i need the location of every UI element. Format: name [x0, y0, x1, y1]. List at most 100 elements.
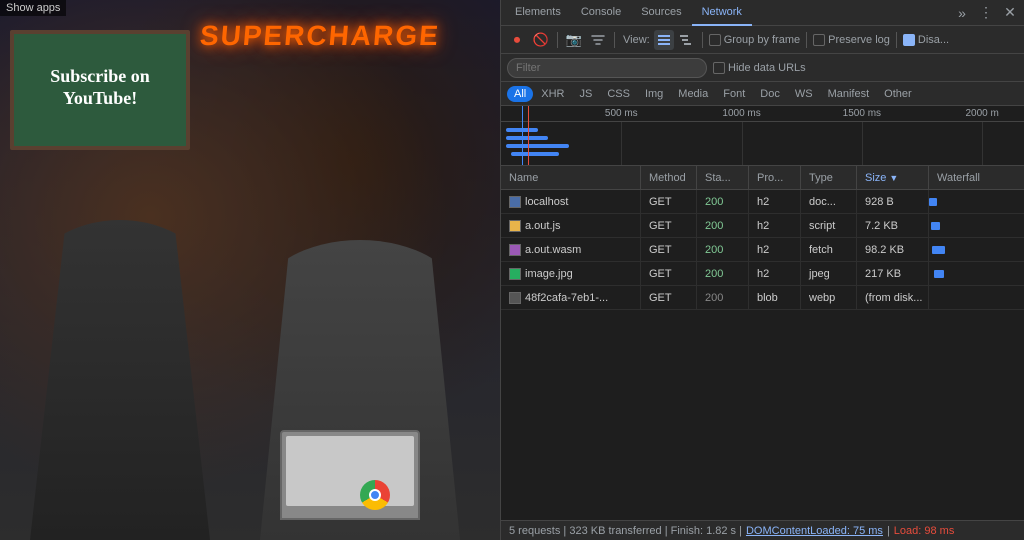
cell-protocol-aoutwasm: h2: [749, 238, 801, 261]
close-devtools-button[interactable]: ✕: [1000, 3, 1020, 23]
timeline-label-2000: 2000 m: [965, 108, 998, 119]
gridline-500: [621, 122, 622, 165]
neon-sign: SUPERCHARGE: [199, 20, 442, 52]
cell-size-localhost: 928 B: [857, 190, 929, 213]
cell-method-aoutwasm: GET: [641, 238, 697, 261]
toolbar-separator-2: [614, 32, 615, 48]
table-row[interactable]: a.out.wasm GET 200 h2 fetch 98.2 KB: [501, 238, 1024, 262]
disable-cache-label: Disa...: [918, 34, 949, 46]
tab-elements[interactable]: Elements: [505, 0, 571, 26]
cell-method-48f2: GET: [641, 286, 697, 309]
dom-content-loaded-link[interactable]: DOMContentLoaded: 75 ms: [746, 525, 883, 537]
show-apps-button[interactable]: Show apps: [0, 0, 66, 16]
stop-button[interactable]: 🚫: [531, 30, 551, 50]
cell-status-imagejpg: 200: [697, 262, 749, 285]
type-filter-media[interactable]: Media: [671, 86, 715, 102]
view-waterfall-button[interactable]: [676, 30, 696, 50]
group-by-frame-label: Group by frame: [724, 34, 800, 46]
toolbar-separator-3: [702, 32, 703, 48]
tab-sources[interactable]: Sources: [631, 0, 691, 26]
view-label: View:: [623, 34, 650, 46]
devtools-tab-bar: Elements Console Sources Network » ⋮ ✕: [501, 0, 1024, 26]
type-filter-other[interactable]: Other: [877, 86, 919, 102]
cell-type-imagejpg: jpeg: [801, 262, 857, 285]
hide-data-urls-label: Hide data URLs: [728, 62, 806, 74]
disable-cache-cb-indicator: [903, 34, 915, 46]
filter-icon[interactable]: [588, 30, 608, 50]
cell-waterfall-localhost: [929, 190, 1024, 213]
gridline-2000: [982, 122, 983, 165]
group-by-frame-checkbox[interactable]: Group by frame: [709, 34, 800, 46]
cell-waterfall-aoutjs: [929, 214, 1024, 237]
file-icon-img: [509, 268, 521, 280]
chalkboard: Subscribe on YouTube!: [10, 30, 190, 150]
disable-cache-checkbox[interactable]: Disa...: [903, 34, 949, 46]
wf-bar-aoutjs: [931, 222, 941, 230]
timeline-label-500: 500 ms: [605, 108, 638, 119]
tab-network[interactable]: Network: [692, 0, 752, 26]
type-filter-ws[interactable]: WS: [788, 86, 820, 102]
table-row[interactable]: a.out.js GET 200 h2 script 7.2 KB: [501, 214, 1024, 238]
status-bar: 5 requests | 323 KB transferred | Finish…: [501, 520, 1024, 540]
load-text: Load: 98 ms: [894, 525, 955, 537]
status-separator: |: [887, 525, 890, 537]
cell-status-aoutwasm: 200: [697, 238, 749, 261]
view-list-button[interactable]: [654, 30, 674, 50]
header-protocol[interactable]: Pro...: [749, 166, 801, 189]
cell-name-48f2: 48f2cafa-7eb1-...: [501, 286, 641, 309]
table-row[interactable]: image.jpg GET 200 h2 jpeg 217 KB: [501, 262, 1024, 286]
header-status[interactable]: Sta...: [697, 166, 749, 189]
type-filter-doc[interactable]: Doc: [753, 86, 787, 102]
more-tabs-button[interactable]: »: [952, 3, 972, 23]
record-button[interactable]: ⏺: [507, 30, 527, 50]
sort-arrow-icon: ▼: [889, 173, 898, 183]
type-filter-xhr[interactable]: XHR: [534, 86, 571, 102]
type-filter-bar: All XHR JS CSS Img Media Font Doc WS Man…: [501, 82, 1024, 106]
cell-waterfall-48f2: [929, 286, 1024, 309]
cell-status-48f2: 200: [697, 286, 749, 309]
header-type[interactable]: Type: [801, 166, 857, 189]
table-row[interactable]: localhost GET 200 h2 doc... 928 B: [501, 190, 1024, 214]
gridline-1000: [742, 122, 743, 165]
wf-bar-localhost: [929, 198, 937, 206]
tl-bar-aoutwasm: [506, 144, 569, 148]
tl-domcontentloaded-line: [522, 106, 523, 165]
cell-type-aoutjs: script: [801, 214, 857, 237]
cell-type-aoutwasm: fetch: [801, 238, 857, 261]
filter-input[interactable]: [507, 58, 707, 78]
gridline-1500: [862, 122, 863, 165]
wf-bar-imagejpg: [934, 270, 944, 278]
group-by-frame-cb-indicator: [709, 34, 721, 46]
timeline-area: 500 ms 1000 ms 1500 ms 2000 m: [501, 106, 1024, 166]
type-filter-img[interactable]: Img: [638, 86, 670, 102]
type-filter-css[interactable]: CSS: [600, 86, 637, 102]
devtools-panel: Elements Console Sources Network » ⋮ ✕ ⏺…: [500, 0, 1024, 540]
type-filter-js[interactable]: JS: [572, 86, 599, 102]
cell-protocol-48f2: blob: [749, 286, 801, 309]
file-icon-doc: [509, 196, 521, 208]
requests-table: Name Method Sta... Pro... Type Size ▼ Wa…: [501, 166, 1024, 520]
table-header: Name Method Sta... Pro... Type Size ▼ Wa…: [501, 166, 1024, 190]
cell-name-localhost: localhost: [501, 190, 641, 213]
type-filter-manifest[interactable]: Manifest: [821, 86, 877, 102]
hide-data-urls-cb: [713, 62, 725, 74]
preserve-log-checkbox[interactable]: Preserve log: [813, 34, 890, 46]
tab-console[interactable]: Console: [571, 0, 631, 26]
type-filter-font[interactable]: Font: [716, 86, 752, 102]
cell-method-imagejpg: GET: [641, 262, 697, 285]
header-size[interactable]: Size ▼: [857, 166, 929, 189]
wf-bar-aoutwasm: [932, 246, 945, 254]
laptop-screen: [286, 436, 414, 506]
cell-method-aoutjs: GET: [641, 214, 697, 237]
header-waterfall[interactable]: Waterfall: [929, 166, 1024, 189]
filter-bar: Hide data URLs: [501, 54, 1024, 82]
table-row[interactable]: 48f2cafa-7eb1-... GET 200 blob webp (fro…: [501, 286, 1024, 310]
camera-button[interactable]: 📷: [564, 30, 584, 50]
header-method[interactable]: Method: [641, 166, 697, 189]
tl-bar-aoutjs: [506, 136, 548, 140]
toolbar-separator-1: [557, 32, 558, 48]
type-filter-all[interactable]: All: [507, 86, 533, 102]
devtools-menu-button[interactable]: ⋮: [976, 3, 996, 23]
header-name[interactable]: Name: [501, 166, 641, 189]
hide-data-urls-option[interactable]: Hide data URLs: [713, 62, 806, 74]
